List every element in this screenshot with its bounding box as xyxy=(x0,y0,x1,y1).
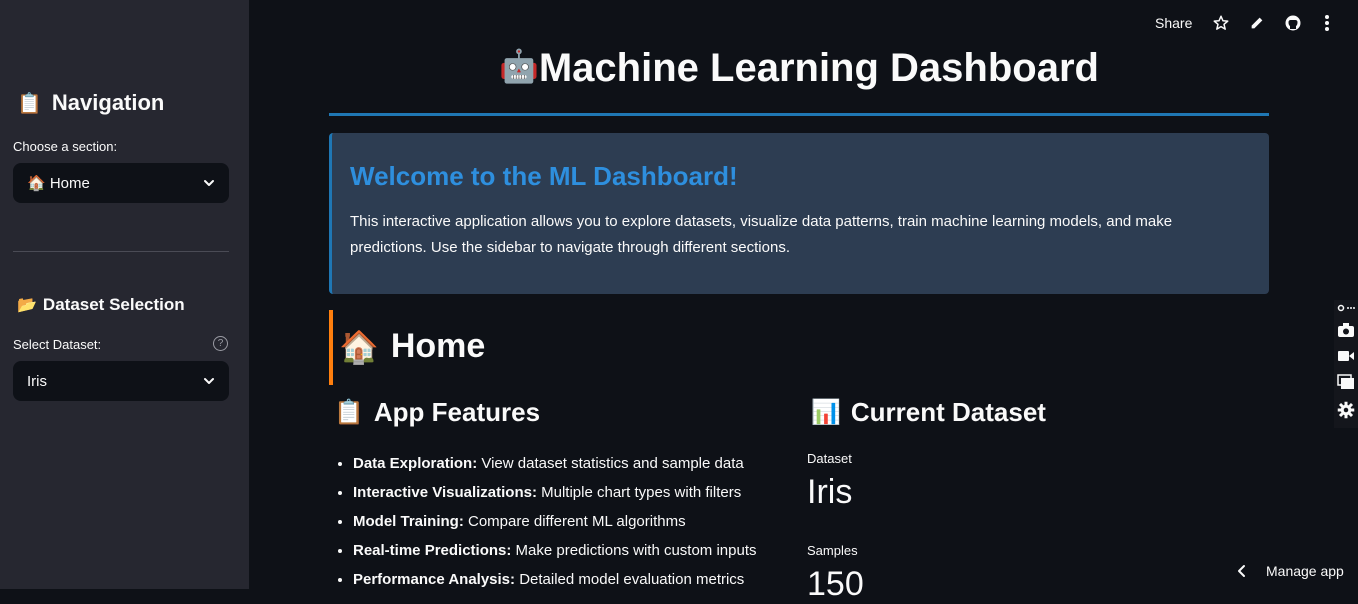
manage-app-button[interactable]: Manage app xyxy=(1224,556,1358,586)
manage-app-label: Manage app xyxy=(1266,563,1344,579)
link-icon[interactable] xyxy=(1334,303,1358,313)
video-icon[interactable] xyxy=(1334,349,1358,363)
feature-name: Model Training xyxy=(353,513,459,530)
dataset-select-value: Iris xyxy=(27,372,47,390)
more-vertical-icon[interactable] xyxy=(1317,13,1337,33)
list-item: Model Training: Compare different ML alg… xyxy=(353,507,757,536)
app-features-title: App Features xyxy=(373,397,541,427)
pencil-icon[interactable] xyxy=(1247,13,1267,33)
chevron-down-icon xyxy=(204,180,214,186)
chevron-left-icon xyxy=(1238,565,1245,577)
feature-name: Performance Analysis xyxy=(353,571,511,588)
camera-icon[interactable] xyxy=(1334,322,1358,338)
dataset-selection-heading: 📂 Dataset Selection xyxy=(17,295,185,315)
select-dataset-label: Select Dataset: xyxy=(13,337,102,352)
robot-icon: 🤖 xyxy=(499,48,539,84)
section-heading: 🏠 Home xyxy=(339,327,485,366)
page-title-text: Machine Learning Dashboard xyxy=(538,46,1099,90)
navigation-heading: 📋 Navigation xyxy=(17,90,164,116)
sidebar-divider xyxy=(13,251,229,252)
section-select-value: 🏠 Home xyxy=(27,175,90,192)
bar-chart-icon: 📊 xyxy=(811,399,841,426)
current-dataset-heading: 📊 Current Dataset xyxy=(811,397,1046,428)
settings-icon[interactable] xyxy=(1334,401,1358,419)
metric-label: Samples xyxy=(807,543,858,558)
feature-name: Data Exploration xyxy=(353,455,473,472)
metric-label: Dataset xyxy=(807,451,852,466)
welcome-text: This interactive application allows you … xyxy=(350,213,1173,256)
folder-icon: 📂 xyxy=(17,297,37,314)
list-item: Data Exploration: View dataset statistic… xyxy=(353,449,757,478)
list-item: Real-time Predictions: Make predictions … xyxy=(353,536,757,565)
section-title: Home xyxy=(390,327,486,365)
welcome-heading: Welcome to the ML Dashboard! xyxy=(350,161,738,191)
title-divider xyxy=(329,113,1269,116)
page-title: 🤖Machine Learning Dashboard xyxy=(329,46,1269,91)
dataset-select[interactable]: Iris xyxy=(13,361,229,401)
dataset-selection-title: Dataset Selection xyxy=(42,295,185,314)
chevron-down-icon xyxy=(204,378,214,384)
feature-desc: Detailed model evaluation metrics xyxy=(515,571,745,588)
welcome-info-box: Welcome to the ML Dashboard! This intera… xyxy=(329,133,1269,294)
help-icon[interactable]: ? xyxy=(213,336,228,351)
section-select[interactable]: 🏠 Home xyxy=(13,163,229,203)
feature-name: Real-time Predictions xyxy=(353,542,507,559)
metric-value: 150 xyxy=(807,565,864,603)
choose-section-label: Choose a section: xyxy=(13,139,118,154)
feature-desc: Compare different ML algorithms xyxy=(463,513,686,530)
feature-desc: Multiple chart types with filters xyxy=(536,484,742,501)
feature-desc: View dataset statistics and sample data xyxy=(477,455,744,472)
house-icon: 🏠 xyxy=(339,328,379,365)
star-icon[interactable] xyxy=(1211,13,1231,33)
github-icon[interactable] xyxy=(1283,13,1303,33)
navigation-title: Navigation xyxy=(51,90,165,115)
recording-toolbar xyxy=(1334,300,1358,428)
features-list: Data Exploration: View dataset statistic… xyxy=(334,449,757,594)
clipboard-icon: 📋 xyxy=(17,92,42,115)
windows-icon[interactable] xyxy=(1334,374,1358,390)
feature-name: Interactive Visualizations xyxy=(353,484,532,501)
share-button[interactable]: Share xyxy=(1155,12,1192,34)
list-item: Performance Analysis: Detailed model eva… xyxy=(353,565,757,594)
feature-desc: Make predictions with custom inputs xyxy=(511,542,757,559)
app-features-heading: 📋 App Features xyxy=(334,397,540,428)
metric-value: Iris xyxy=(807,473,853,511)
list-item: Interactive Visualizations: Multiple cha… xyxy=(353,478,757,507)
sidebar: 📋 Navigation Choose a section: 🏠 Home 📂 … xyxy=(0,0,249,589)
section-accent-bar xyxy=(329,310,333,385)
clipboard-icon: 📋 xyxy=(334,399,364,426)
current-dataset-title: Current Dataset xyxy=(850,397,1046,427)
